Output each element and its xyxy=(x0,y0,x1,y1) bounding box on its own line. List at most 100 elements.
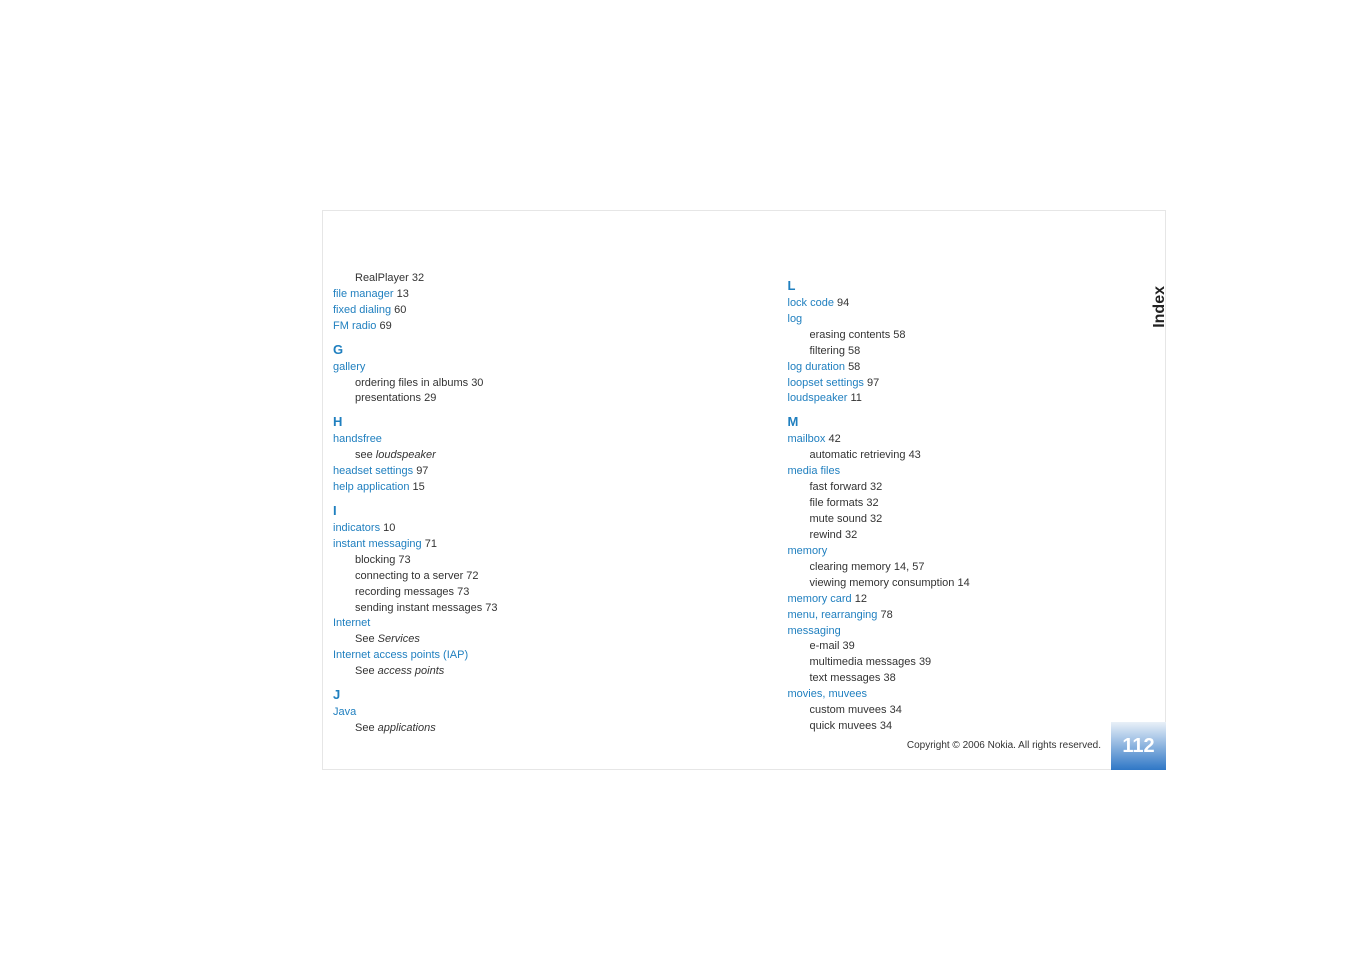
topic-memory: memory xyxy=(788,544,1113,560)
topic-text: loudspeaker xyxy=(788,392,848,404)
topic-text: headset settings xyxy=(333,465,413,477)
entry-text: erasing contents xyxy=(810,329,891,341)
topic-text: memory xyxy=(788,545,828,557)
entry-text: filtering xyxy=(810,345,845,357)
copyright-text: Copyright © 2006 Nokia. All rights reser… xyxy=(907,740,1101,751)
topic-text: file manager xyxy=(333,288,394,300)
topic-loopset-settings: loopset settings 97 xyxy=(788,376,1113,392)
see-target: Services xyxy=(378,633,420,645)
page-ref: 32 xyxy=(412,272,424,284)
page-ref: 72 xyxy=(466,570,478,582)
page-ref: 42 xyxy=(828,433,840,445)
topic-help-application: help application 15 xyxy=(333,480,658,496)
entry-mf-mute: mute sound 32 xyxy=(788,512,1113,528)
entry-msg-email: e-mail 39 xyxy=(788,639,1113,655)
page-ref: 11 xyxy=(851,392,862,404)
entry-text: blocking xyxy=(355,554,395,566)
entry-msg-mms: multimedia messages 39 xyxy=(788,655,1113,671)
page-number-box: 112 xyxy=(1111,722,1166,770)
entry-text: clearing memory xyxy=(810,561,891,573)
page-ref: 58 xyxy=(848,361,860,373)
entry-text: fast forward xyxy=(810,481,867,493)
section-L: L xyxy=(788,277,1113,296)
entry-text: quick muvees xyxy=(810,720,877,732)
entry-im-sending: sending instant messages 73 xyxy=(333,601,658,617)
topic-indicators: indicators 10 xyxy=(333,521,658,537)
topic-lock-code: lock code 94 xyxy=(788,296,1113,312)
entry-mf-ff: fast forward 32 xyxy=(788,480,1113,496)
topic-internet: Internet xyxy=(333,616,658,632)
page-ref: 94 xyxy=(837,297,849,309)
page-ref: 32 xyxy=(845,529,857,541)
topic-headset-settings: headset settings 97 xyxy=(333,464,658,480)
page-ref: 71 xyxy=(425,538,437,550)
topic-log: log xyxy=(788,312,1113,328)
entry-gallery-presentations: presentations 29 xyxy=(333,391,658,407)
entry-log-erasing: erasing contents 58 xyxy=(788,328,1113,344)
entry-internet-see: See Services xyxy=(333,632,658,648)
page-ref: 43 xyxy=(909,449,921,461)
page-ref: 97 xyxy=(416,465,428,477)
entry-text: connecting to a server xyxy=(355,570,463,582)
page-ref: 12 xyxy=(855,593,867,605)
entry-log-filtering: filtering 58 xyxy=(788,344,1113,360)
entry-text: rewind xyxy=(810,529,842,541)
page-ref: 29 xyxy=(424,392,436,404)
see-target: access points xyxy=(378,665,445,677)
entry-im-connecting: connecting to a server 72 xyxy=(333,569,658,585)
page-number: 112 xyxy=(1122,735,1154,758)
page-ref: 60 xyxy=(394,304,406,316)
topic-messaging: messaging xyxy=(788,624,1113,640)
topic-media-files: media files xyxy=(788,464,1113,480)
topic-text: memory card xyxy=(788,593,852,605)
see-text: See xyxy=(355,633,378,645)
topic-text: menu, rearranging xyxy=(788,609,878,621)
topic-java: Java xyxy=(333,705,658,721)
entry-text: automatic retrieving xyxy=(810,449,906,461)
side-label: Index xyxy=(1151,286,1169,328)
section-H: H xyxy=(333,413,658,432)
topic-text: loopset settings xyxy=(788,377,864,389)
topic-text: lock code xyxy=(788,297,834,309)
see-target: applications xyxy=(378,722,436,734)
topic-text: log xyxy=(788,313,803,325)
page-ref: 15 xyxy=(413,481,425,493)
topic-text: mailbox xyxy=(788,433,826,445)
entry-mailbox-auto: automatic retrieving 43 xyxy=(788,448,1113,464)
entry-text: text messages xyxy=(810,672,881,684)
topic-text: Internet access points (IAP) xyxy=(333,649,468,661)
page-ref: 32 xyxy=(870,513,882,525)
section-G: G xyxy=(333,341,658,360)
page-ref: 39 xyxy=(919,656,931,668)
topic-mailbox: mailbox 42 xyxy=(788,432,1113,448)
entry-text: mute sound xyxy=(810,513,867,525)
entry-text: recording messages xyxy=(355,586,454,598)
topic-text: Internet xyxy=(333,617,370,629)
entry-text: RealPlayer xyxy=(355,272,409,284)
entry-mem-clearing: clearing memory 14, 57 xyxy=(788,560,1113,576)
entry-handsfree-see: see loudspeaker xyxy=(333,448,658,464)
topic-text: FM radio xyxy=(333,320,376,332)
page-ref: 97 xyxy=(867,377,879,389)
topic-instant-messaging: instant messaging 71 xyxy=(333,537,658,553)
page-ref: 32 xyxy=(870,481,882,493)
page-ref: 30 xyxy=(471,377,483,389)
topic-iap: Internet access points (IAP) xyxy=(333,648,658,664)
see-target: loudspeaker xyxy=(376,449,436,461)
topic-movies-muvees: movies, muvees xyxy=(788,687,1113,703)
entry-text: ordering files in albums xyxy=(355,377,468,389)
topic-text: messaging xyxy=(788,625,841,637)
entry-text: viewing memory consumption xyxy=(810,577,955,589)
entry-mem-viewing: viewing memory consumption 14 xyxy=(788,576,1113,592)
topic-text: media files xyxy=(788,465,841,477)
entry-text: sending instant messages xyxy=(355,602,482,614)
topic-gallery: gallery xyxy=(333,360,658,376)
topic-menu-rearranging: menu, rearranging 78 xyxy=(788,608,1113,624)
entry-iap-see: See access points xyxy=(333,664,658,680)
entry-text: e-mail xyxy=(810,640,840,652)
page-ref: 58 xyxy=(848,345,860,357)
section-I: I xyxy=(333,502,658,521)
topic-handsfree: handsfree xyxy=(333,432,658,448)
page-ref: 32 xyxy=(866,497,878,509)
topic-text: fixed dialing xyxy=(333,304,391,316)
